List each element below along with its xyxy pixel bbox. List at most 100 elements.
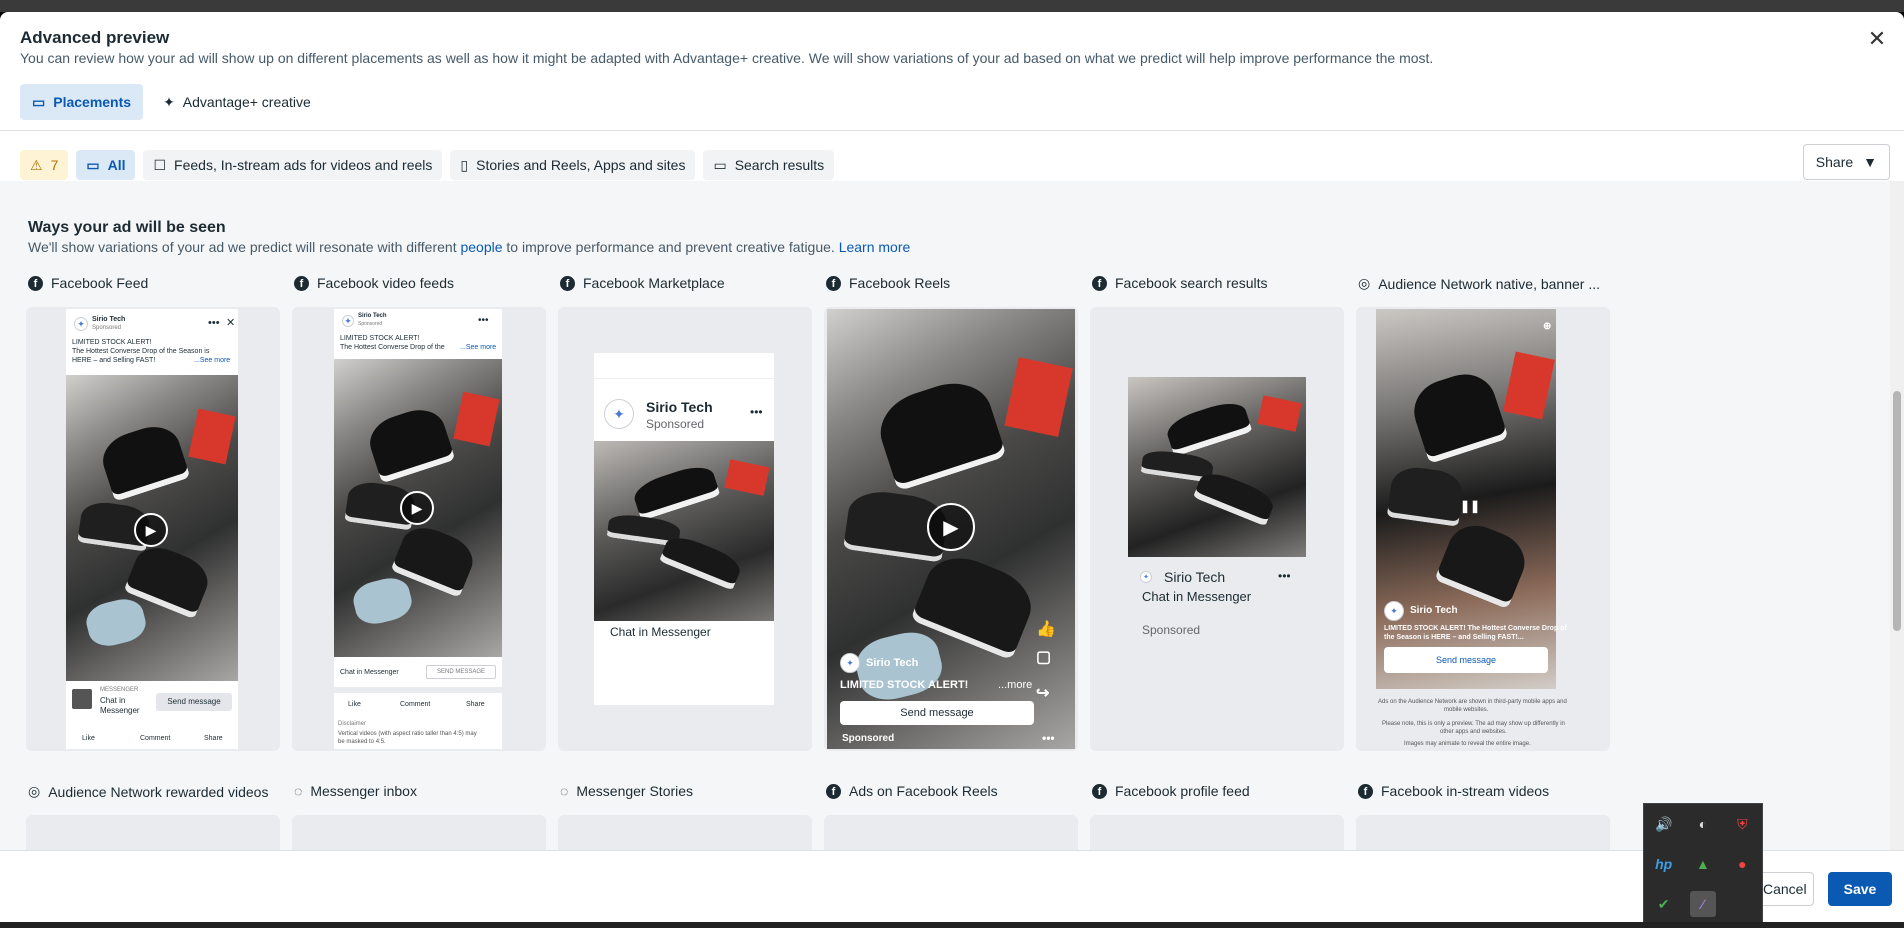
share-button-label: Share <box>1815 154 1854 170</box>
preview-card-placeholder[interactable] <box>26 815 280 850</box>
more-options-icon[interactable]: ••• <box>1042 731 1055 745</box>
filter-stories[interactable]: ▯ Stories and Reels, Apps and sites <box>450 150 696 180</box>
cancel-button[interactable]: Cancel <box>1754 872 1814 906</box>
sponsored-label: Sponsored <box>1142 623 1201 637</box>
dialog-title: Advanced preview <box>20 28 170 47</box>
filter-feeds[interactable]: ☐ Feeds, In-stream ads for videos and re… <box>143 150 443 180</box>
share-button[interactable]: Share ▼ <box>1802 144 1890 180</box>
disclaimer-text-2: be masked to 4:5. <box>338 739 386 745</box>
page-name: Sirio Tech <box>866 657 919 669</box>
placement-label-facebook-search-results: f Facebook search results <box>1092 275 1268 291</box>
play-icon[interactable]: ▶ <box>400 491 434 525</box>
placement-label-messenger-stories: ◌ Messenger Stories <box>560 783 693 799</box>
see-more-link[interactable]: ...See more <box>194 357 230 364</box>
play-icon[interactable]: ▶ <box>927 503 975 551</box>
filter-search[interactable]: ▭ Search results <box>703 150 835 180</box>
drive-icon[interactable]: ▲ <box>1690 851 1716 877</box>
like-action[interactable]: Like <box>348 701 361 708</box>
share-action[interactable]: Share <box>204 735 223 742</box>
like-icon[interactable]: 👍 <box>1036 619 1056 639</box>
separator <box>334 687 502 693</box>
comment-action[interactable]: Comment <box>400 701 430 708</box>
placements-icon: ▭ <box>32 93 46 110</box>
warnings-chip[interactable]: ⚠ 7 <box>20 150 69 180</box>
more-options-icon[interactable]: ••• <box>750 405 763 419</box>
dashboard-icon[interactable]: ◐ <box>1690 811 1716 837</box>
disclaimer-text: Vertical videos (with aspect ratio talle… <box>338 731 477 737</box>
send-message-button[interactable]: Send message <box>156 693 232 711</box>
preview-card-placeholder[interactable] <box>1090 815 1344 850</box>
more-options-icon[interactable]: ••• <box>1278 569 1291 583</box>
section-sub-text: We'll show variations of your ad we pred… <box>28 239 461 255</box>
placement-label-facebook-in-stream-videos: f Facebook in-stream videos <box>1358 783 1549 799</box>
record-icon[interactable]: ● <box>1729 851 1755 877</box>
send-message-button[interactable]: SEND MESSAGE <box>426 665 496 679</box>
tab-advantage-creative[interactable]: ✦ Advantage+ creative <box>151 84 323 120</box>
pause-icon[interactable]: ❚❚ <box>1460 499 1480 513</box>
play-icon[interactable]: ▶ <box>134 513 168 547</box>
placement-filters: ⚠ 7 ▭ All ☐ Feeds, In-stream ads for vid… <box>20 148 835 182</box>
comment-action[interactable]: Comment <box>140 735 170 742</box>
tab-placements-label: Placements <box>53 94 132 110</box>
share-icon[interactable]: ↪ <box>1036 683 1049 703</box>
share-action[interactable]: Share <box>466 701 485 708</box>
learn-more-link[interactable]: Learn more <box>839 239 911 255</box>
more-options-icon[interactable]: ••• <box>208 317 220 329</box>
messenger-caps: MESSENGER <box>100 687 139 693</box>
more-link[interactable]: ...more <box>998 679 1032 691</box>
content-scrollbar[interactable] <box>1890 181 1904 850</box>
an-headline: LIMITED STOCK ALERT! The Hottest Convers… <box>1384 625 1567 632</box>
chat-in-messenger-label: Chat in Messenger <box>340 669 399 676</box>
page-name: Sirio Tech <box>358 313 387 319</box>
people-link[interactable]: people <box>460 239 502 255</box>
like-action[interactable]: Like <box>82 735 95 742</box>
facebook-icon: f <box>28 275 43 291</box>
send-message-button[interactable]: Send message <box>1384 647 1548 673</box>
sparkle-icon: ✦ <box>163 93 175 110</box>
placement-label-text: Audience Network native, banner ... <box>1378 275 1601 292</box>
comment-icon[interactable]: ▢ <box>1036 647 1051 667</box>
check-shield-icon[interactable]: ✔ <box>1651 891 1677 917</box>
chat-in-messenger-label[interactable]: Chat in Messenger <box>610 625 711 639</box>
tab-placements[interactable]: ▭ Placements <box>20 84 144 120</box>
preview-card-placeholder[interactable] <box>558 815 812 850</box>
section-sub-text-2: to improve performance and prevent creat… <box>502 239 839 255</box>
filter-stories-label: Stories and Reels, Apps and sites <box>476 157 686 173</box>
preview-card-placeholder[interactable] <box>292 815 546 850</box>
ad-headline: LIMITED STOCK ALERT! <box>72 339 152 346</box>
preview-card-facebook-feed[interactable]: ✦ Sirio Tech Sponsored ••• ✕ LIMITED STO… <box>26 307 280 751</box>
preview-card-placeholder[interactable] <box>1356 815 1610 850</box>
send-message-button[interactable]: Send message <box>840 701 1034 725</box>
scrollbar-thumb[interactable] <box>1893 391 1901 631</box>
facebook-icon: f <box>1358 783 1373 799</box>
page-name: Sirio Tech <box>92 316 126 323</box>
security-shield-icon[interactable]: ⛨ <box>1729 811 1755 837</box>
feed-icon: ☐ <box>153 156 167 173</box>
preview-card-facebook-video-feeds[interactable]: ✦ Sirio Tech Sponsored ••• LIMITED STOCK… <box>292 307 546 751</box>
send-message-label: SEND MESSAGE <box>436 669 485 675</box>
chat-in-messenger-label[interactable]: Chat in Messenger <box>1142 589 1251 604</box>
placement-label-text: Messenger inbox <box>310 783 417 799</box>
preview-card-audience-network[interactable]: ⊕ ❚❚ ✦ Sirio Tech LIMITED STOCK ALERT! T… <box>1356 307 1610 751</box>
hp-icon[interactable]: hp <box>1651 851 1677 877</box>
page-avatar: ✦ <box>604 399 634 429</box>
page-avatar: ✦ <box>74 317 88 331</box>
see-more-link[interactable]: ...See more <box>460 344 496 351</box>
preview-card-facebook-reels[interactable]: ▶ 👍 ▢ ↪ ✦ Sirio Tech LIMITED STOCK ALERT… <box>824 307 1078 751</box>
preview-card-facebook-search-results[interactable]: ✦ Sirio Tech ••• Chat in Messenger Spons… <box>1090 307 1344 751</box>
filter-all[interactable]: ▭ All <box>76 150 136 180</box>
page-name: Sirio Tech <box>646 399 713 415</box>
close-icon[interactable]: ✕ <box>1864 26 1890 52</box>
marketplace-preview: ✦ Sirio Tech Sponsored ••• Chat in Messe… <box>594 353 774 705</box>
preview-card-facebook-marketplace[interactable]: ✦ Sirio Tech Sponsored ••• Chat in Messe… <box>558 307 812 751</box>
save-button[interactable]: Save <box>1828 872 1892 906</box>
placement-label-messenger-inbox: ◌ Messenger inbox <box>294 783 417 799</box>
pen-icon[interactable]: ⁄ <box>1689 891 1716 917</box>
an-note-5: Images may animate to reveal the entire … <box>1404 741 1531 747</box>
preview-card-placeholder[interactable] <box>824 815 1078 850</box>
volume-icon[interactable]: 🔊 <box>1651 811 1677 837</box>
phone-icon: ▯ <box>460 156 469 173</box>
more-options-icon[interactable]: ••• <box>478 315 489 326</box>
close-ad-icon[interactable]: ✕ <box>226 316 235 329</box>
add-icon[interactable]: ⊕ <box>1543 321 1551 332</box>
